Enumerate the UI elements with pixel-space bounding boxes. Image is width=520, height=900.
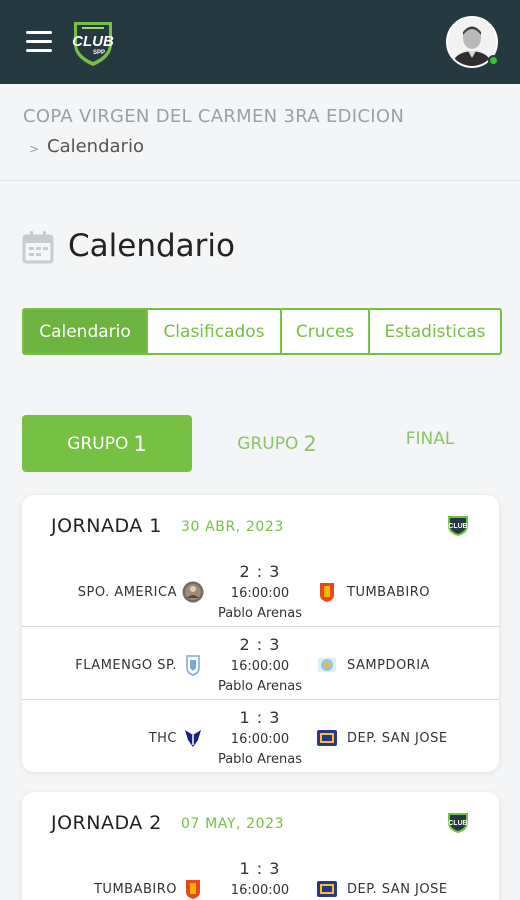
breadcrumb-separator: >	[29, 142, 40, 156]
section-tabs: Calendario Clasificados Cruces Estadisti…	[22, 308, 502, 355]
match-time: 16:00:00	[230, 586, 290, 601]
match-time: 16:00:00	[230, 883, 290, 898]
svg-text:CLUB: CLUB	[448, 820, 467, 827]
breadcrumb-tournament[interactable]: COPA VIRGEN DEL CARMEN 3RA EDICION	[23, 106, 404, 127]
away-team-name: SAMPDORIA	[347, 658, 430, 673]
svg-text:CLUB: CLUB	[72, 33, 114, 50]
match-time: 16:00:00	[230, 659, 290, 674]
jornada-date: 30 ABR, 2023	[181, 519, 284, 535]
online-status-indicator	[488, 55, 499, 66]
group-tab-label: GRUPO	[67, 433, 129, 454]
club-logo-icon: CLUB	[448, 813, 468, 833]
club-logo-icon: CLUB	[448, 516, 468, 536]
match-row[interactable]: 2 : 3 FLAMENGO SP. 16:00:00 SAMPDORIA Pa…	[22, 628, 499, 700]
jornada-card: JORNADA 1 30 ABR, 2023 CLUB 2 : 3 SPO. A…	[22, 495, 499, 772]
match-score: 1 : 3	[239, 859, 281, 878]
tab-estadisticas[interactable]: Estadisticas	[370, 310, 500, 353]
svg-text:SPP: SPP	[93, 50, 105, 56]
group-tab-final[interactable]: FINAL	[350, 410, 510, 467]
team-crest-icon	[186, 880, 200, 899]
match-row[interactable]: 1 : 3 TUMBABIRO 16:00:00 DEP. SAN JOSE	[22, 852, 499, 900]
club-logo[interactable]: CLUB SPP	[68, 16, 118, 68]
match-venue: Pablo Arenas	[217, 679, 303, 694]
group-tab-number: 1	[133, 431, 147, 456]
team-crest-icon	[318, 658, 336, 672]
team-crest-icon	[182, 581, 204, 603]
team-crest-icon	[320, 583, 334, 602]
jornada-card: JORNADA 2 07 MAY, 2023 CLUB 1 : 3 TUMBAB…	[22, 792, 499, 900]
group-tab-number: 2	[303, 431, 317, 456]
home-team-name: THC	[148, 731, 177, 746]
match-score: 1 : 3	[239, 708, 281, 727]
match-time: 16:00:00	[230, 732, 290, 747]
breadcrumb: COPA VIRGEN DEL CARMEN 3RA EDICION > Cal…	[0, 84, 520, 181]
match-venue: Pablo Arenas	[217, 752, 303, 767]
page-title: Calendario	[68, 228, 235, 264]
match-row[interactable]: 1 : 3 THC 16:00:00 DEP. SAN JOSE Pablo A…	[22, 701, 499, 772]
match-row[interactable]: 2 : 3 SPO. AMERICA 16:00:00 TUMBABIRO Pa…	[22, 555, 499, 627]
match-venue: Pablo Arenas	[217, 606, 303, 621]
team-crest-icon	[186, 655, 200, 676]
away-team-name: TUMBABIRO	[347, 585, 431, 600]
group-tab-2[interactable]: GRUPO 2	[192, 415, 362, 472]
hamburger-menu-icon[interactable]	[26, 31, 52, 53]
svg-text:CLUB: CLUB	[448, 523, 467, 530]
top-app-bar: CLUB SPP	[0, 0, 520, 84]
jornada-title: JORNADA 2	[51, 812, 162, 834]
group-tab-1[interactable]: GRUPO 1	[22, 415, 192, 472]
jornada-title: JORNADA 1	[51, 515, 162, 537]
group-tab-label: GRUPO	[237, 433, 299, 454]
breadcrumb-current: Calendario	[47, 136, 144, 157]
away-team-name: DEP. SAN JOSE	[347, 882, 448, 897]
team-crest-icon	[317, 881, 337, 897]
team-crest-icon	[317, 730, 337, 746]
home-team-name: FLAMENGO SP.	[75, 658, 177, 673]
group-tab-label: FINAL	[405, 428, 455, 449]
jornada-date: 07 MAY, 2023	[181, 816, 285, 832]
home-team-name: SPO. AMERICA	[77, 585, 177, 600]
team-crest-icon	[185, 730, 201, 747]
tab-calendario[interactable]: Calendario	[24, 310, 148, 353]
home-team-name: TUMBABIRO	[93, 882, 177, 897]
tab-cruces[interactable]: Cruces	[282, 310, 370, 353]
tab-clasificados[interactable]: Clasificados	[148, 310, 282, 353]
match-score: 2 : 3	[239, 562, 281, 581]
calendar-icon	[22, 231, 54, 264]
away-team-name: DEP. SAN JOSE	[347, 731, 448, 746]
match-score: 2 : 3	[239, 635, 281, 654]
